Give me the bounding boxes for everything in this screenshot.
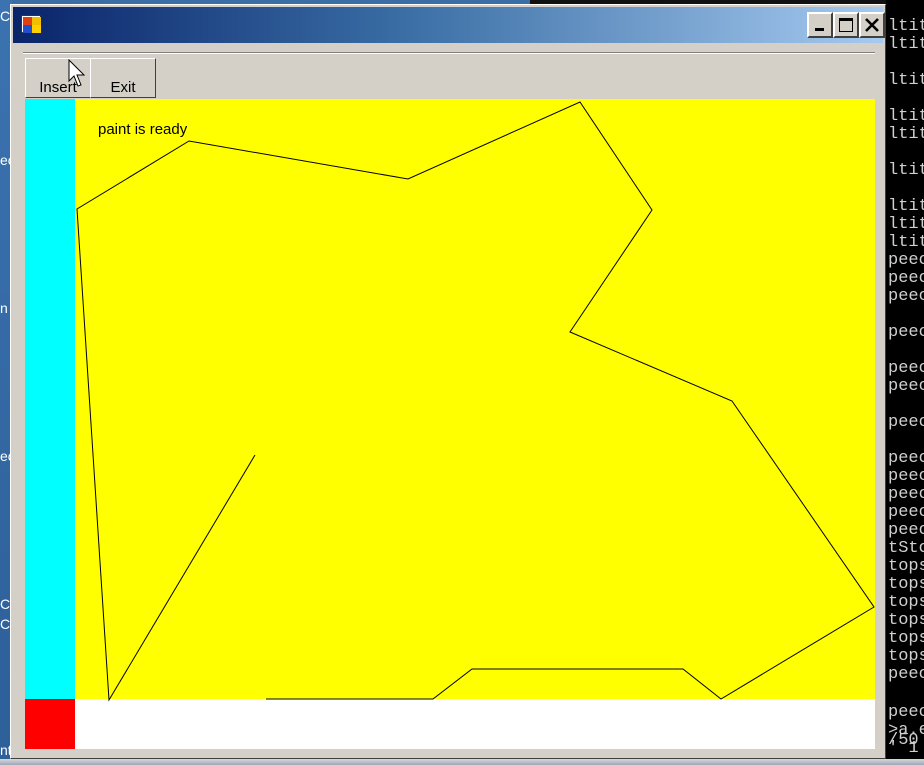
console-line: peec [888, 521, 924, 540]
title-bar[interactable] [13, 7, 885, 43]
console-line: peec [888, 359, 924, 378]
console-line: peec [888, 377, 924, 396]
taskbar-edge [0, 759, 924, 765]
exit-button-label: Exit [110, 79, 136, 96]
maximize-icon [839, 18, 853, 32]
desktop-label: C [0, 616, 11, 632]
side-panel[interactable] [25, 99, 75, 699]
color-swatch[interactable] [25, 699, 75, 749]
exit-button[interactable]: Exit [90, 58, 156, 98]
console-line: tops [888, 593, 924, 612]
console-line: /50 [888, 731, 919, 750]
maximize-button[interactable] [833, 12, 859, 38]
minimize-icon [815, 28, 824, 31]
close-icon [865, 18, 879, 32]
console-line: peec [888, 665, 924, 684]
app-window: Insert Exit paint is ready [10, 4, 886, 759]
console-line: ltit [888, 35, 924, 54]
console-line: peec [888, 467, 924, 486]
desktop-label: n [0, 300, 8, 316]
desktop-label: C [0, 596, 11, 612]
console-line: peec [888, 503, 924, 522]
console-line: peec [888, 251, 924, 270]
console-line: ltit [888, 17, 924, 36]
console-line: tops [888, 611, 924, 630]
app-icon[interactable] [21, 15, 41, 33]
console-line: ltit [888, 125, 924, 144]
console-line: tSto [888, 539, 924, 558]
console-line: peec [888, 269, 924, 288]
drawing-canvas[interactable] [75, 99, 875, 699]
console-line: ltit [888, 71, 924, 90]
console-line: ltit [888, 107, 924, 126]
separator [23, 52, 875, 54]
console-line: peec [888, 485, 924, 504]
console-line: tops [888, 647, 924, 666]
console-line: peec [888, 449, 924, 468]
console-line: peec [888, 703, 924, 722]
console-line: peec [888, 323, 924, 342]
paint-area: paint is ready [25, 99, 875, 749]
close-button[interactable] [859, 12, 885, 38]
status-text: paint is ready [98, 121, 188, 138]
console-line: peec [888, 287, 924, 306]
console-line: tops [888, 575, 924, 594]
console-line: ltit [888, 197, 924, 216]
minimize-button[interactable] [807, 12, 833, 38]
console-line: tops [888, 629, 924, 648]
console-line: ltit [888, 233, 924, 252]
bottom-panel[interactable] [75, 699, 875, 749]
console-window: ltit ltit ltit ltit ltit ltit ltit ltit ltit peec… [886, 0, 924, 765]
console-line: peec [888, 413, 924, 432]
console-line: ltit [888, 161, 924, 180]
console-line: tops [888, 557, 924, 576]
mouse-cursor-icon [68, 59, 86, 87]
console-line: ltit [888, 215, 924, 234]
